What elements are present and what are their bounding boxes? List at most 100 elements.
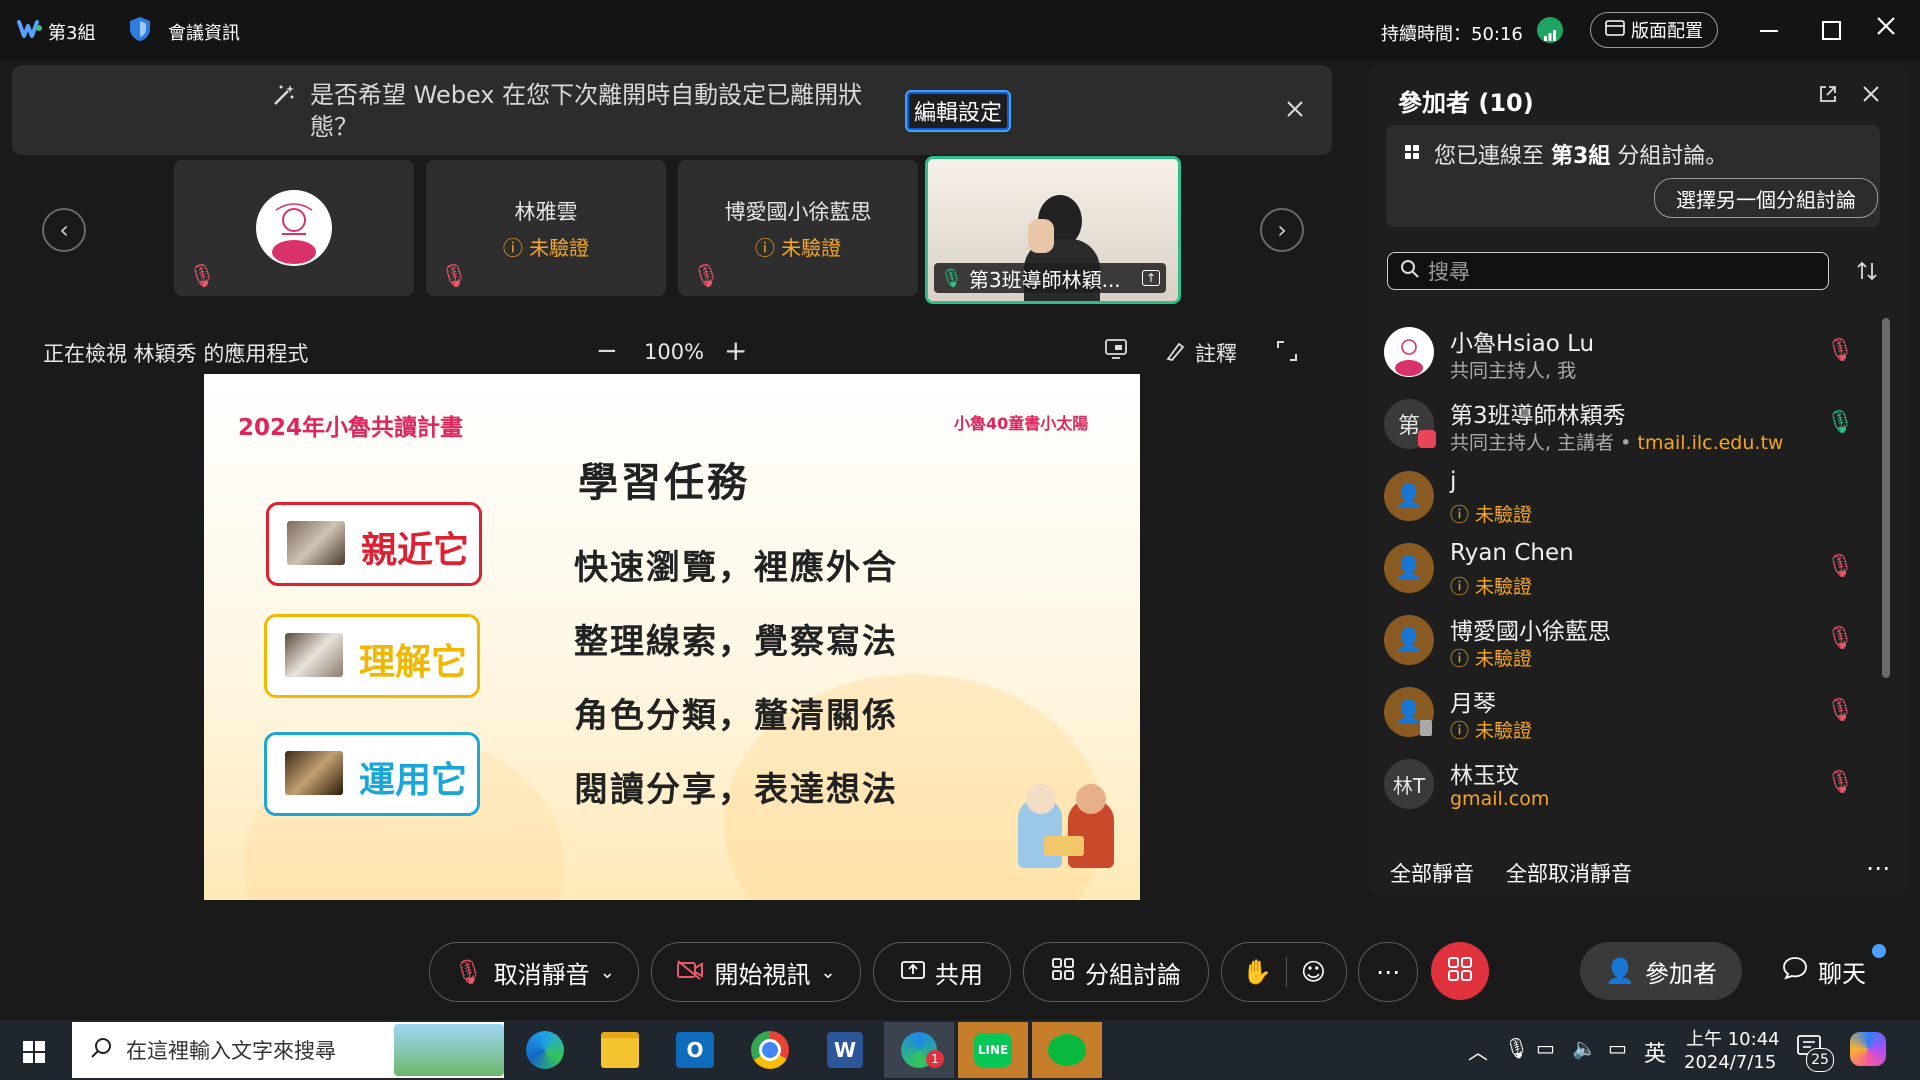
sort-icon[interactable]: [1856, 260, 1878, 286]
outlook-icon[interactable]: O: [660, 1022, 730, 1078]
breakout-label: 分組討論: [1085, 960, 1181, 989]
card-image: [285, 633, 343, 677]
video-tile-3[interactable]: 博愛國小徐藍思 ⓘ 未驗證 🎙: [678, 160, 918, 296]
unmute-all-button[interactable]: 全部取消靜音: [1506, 858, 1632, 888]
tiles-next-button[interactable]: ›: [1260, 208, 1304, 252]
clock-time[interactable]: 上午 10:44: [1686, 1025, 1780, 1051]
task-item: 整理線索，覺察寫法: [574, 622, 898, 662]
video-tile-1[interactable]: 🎙: [174, 160, 414, 296]
close-icon[interactable]: [1876, 16, 1896, 40]
participant-row[interactable]: 👤 月琴 ⓘ 未驗證 🎙: [1384, 684, 1874, 742]
participants-scrollbar[interactable]: [1882, 318, 1890, 678]
search-icon: [90, 1036, 114, 1064]
task-item: 閱讀分享，表達想法: [574, 770, 898, 810]
reactions-button[interactable]: ✋ ☺: [1221, 942, 1347, 1002]
word-icon[interactable]: W: [810, 1022, 880, 1078]
participant-search[interactable]: 搜尋: [1387, 252, 1829, 290]
tile-name: 第3班導師林穎...: [968, 267, 1121, 292]
share-button[interactable]: 共用: [873, 942, 1011, 1002]
emoji-icon: ☺: [1300, 958, 1326, 986]
panel-close-icon[interactable]: [1862, 85, 1880, 107]
task-item: 快速瀏覽，裡應外合: [574, 548, 898, 588]
line-icon[interactable]: LINE: [958, 1022, 1028, 1078]
file-explorer-icon[interactable]: [585, 1022, 655, 1078]
breakout-button[interactable]: 分組討論: [1023, 942, 1209, 1002]
muted-mic-icon: 🎙: [1826, 770, 1854, 795]
tray-volume-icon[interactable]: 🔈: [1572, 1036, 1597, 1060]
fullscreen-icon[interactable]: [1276, 340, 1298, 366]
start-video-button[interactable]: 開始視訊 ⌄: [651, 942, 861, 1002]
zoom-in-button[interactable]: +: [724, 334, 747, 367]
participant-status: ⓘ 未驗證: [1450, 648, 1533, 670]
maximize-icon[interactable]: [1822, 21, 1841, 40]
tray-mic-icon[interactable]: 🎙: [1504, 1036, 1529, 1060]
edge-icon[interactable]: [510, 1022, 580, 1078]
tile-name: 林雅雲: [514, 200, 578, 224]
choose-other-breakout-button[interactable]: 選擇另一個分組討論: [1654, 178, 1878, 218]
webex-taskbar-icon[interactable]: 1: [884, 1022, 954, 1078]
slide-brand-logo: 小魯40童書小太陽: [954, 414, 1089, 433]
zoom-out-button[interactable]: −: [596, 336, 618, 366]
wechat-icon[interactable]: [1032, 1022, 1102, 1078]
group-name: 第3組: [48, 23, 96, 44]
webex-badge: 1: [926, 1050, 944, 1068]
chrome-icon[interactable]: [735, 1022, 805, 1078]
taskbar-search-box[interactable]: 在這裡輸入文字來搜尋: [72, 1022, 504, 1078]
copilot-icon[interactable]: [1850, 1032, 1886, 1066]
tiles-prev-button[interactable]: ‹: [42, 208, 86, 252]
chat-unread-dot: [1872, 944, 1886, 958]
annotate-button[interactable]: 註釋: [1165, 338, 1237, 368]
more-options-icon[interactable]: ⋯: [1866, 854, 1890, 882]
annotate-label: 註釋: [1195, 342, 1237, 366]
tray-display-icon[interactable]: ▭: [1608, 1036, 1627, 1060]
card-label: 親近它: [361, 530, 470, 571]
tray-network-icon[interactable]: ▭: [1536, 1036, 1555, 1060]
chevron-down-icon: ⌄: [820, 961, 836, 983]
pop-out-view-icon[interactable]: [1104, 338, 1128, 364]
clock-date[interactable]: 2024/7/15: [1684, 1052, 1776, 1073]
network-status-icon[interactable]: [1537, 17, 1563, 43]
unmute-label: 取消靜音: [493, 960, 590, 989]
tile-status: ⓘ 未驗證: [502, 236, 590, 260]
search-icon: [1400, 259, 1420, 283]
edit-settings-button[interactable]: 編輯設定: [905, 90, 1011, 132]
participant-row[interactable]: 👤 博愛國小徐藍思 ⓘ 未驗證 🎙: [1384, 612, 1874, 670]
ime-indicator[interactable]: 英: [1644, 1036, 1666, 1068]
tray-chevron-up-icon[interactable]: ︿: [1468, 1036, 1488, 1065]
participant-domain: gmail.com: [1450, 788, 1550, 810]
video-tile-2[interactable]: 林雅雲 ⓘ 未驗證 🎙: [426, 160, 666, 296]
participant-status: ⓘ 未驗證: [1450, 720, 1533, 742]
webex-logo-icon: [17, 18, 43, 44]
shield-icon[interactable]: [128, 15, 152, 47]
minimize-icon[interactable]: [1760, 30, 1778, 32]
participant-name: 月琴: [1450, 691, 1496, 717]
unmute-button[interactable]: 🎙 取消靜音 ⌄: [429, 942, 639, 1002]
participant-row[interactable]: 林T 林玉玟 gmail.com 🎙: [1384, 756, 1874, 814]
duration-label: 持續時間：50:16: [1381, 24, 1523, 45]
pop-out-icon[interactable]: [1818, 84, 1838, 108]
windows-start-icon[interactable]: [22, 1040, 46, 1068]
participant-row[interactable]: 小魯Hsiao Lu 共同主持人, 我 🎙: [1384, 324, 1874, 382]
meeting-info-button[interactable]: 會議資訊: [168, 19, 240, 45]
more-button[interactable]: ⋯: [1358, 942, 1418, 1002]
banner-close-icon[interactable]: [1286, 100, 1304, 122]
unverified-icon: ⓘ: [502, 236, 530, 260]
mute-all-button[interactable]: 全部靜音: [1390, 858, 1474, 888]
participant-row[interactable]: 第 第3班導師林穎秀 共同主持人, 主講者 • tmail.ilc.edu.tw…: [1384, 396, 1874, 454]
participants-button[interactable]: 👤 參加者: [1580, 942, 1742, 1000]
participant-row[interactable]: 👤 j ⓘ 未驗證: [1384, 468, 1874, 526]
video-tile-active-speaker[interactable]: 🎙 第3班導師林穎... ↑: [925, 156, 1181, 304]
characters-illustration: [1014, 778, 1124, 888]
participant-name: 林玉玟: [1450, 763, 1519, 789]
muted-mic-icon: 🎙: [188, 264, 216, 289]
muted-mic-icon: 🎙: [1826, 698, 1854, 723]
participant-row[interactable]: 👤 Ryan Chen ⓘ 未驗證 🎙: [1384, 540, 1874, 598]
card-understand: 理解它: [264, 614, 480, 698]
participant-name: 博愛國小徐藍思: [1450, 619, 1611, 645]
apps-button[interactable]: [1431, 942, 1489, 1000]
user-icon: 👤: [1384, 615, 1434, 665]
tile-name: 博愛國小徐藍思: [724, 200, 872, 224]
layout-button[interactable]: 版面配置: [1590, 12, 1718, 48]
chat-button[interactable]: 聊天: [1774, 942, 1874, 1000]
user-icon: 👤: [1384, 543, 1434, 593]
